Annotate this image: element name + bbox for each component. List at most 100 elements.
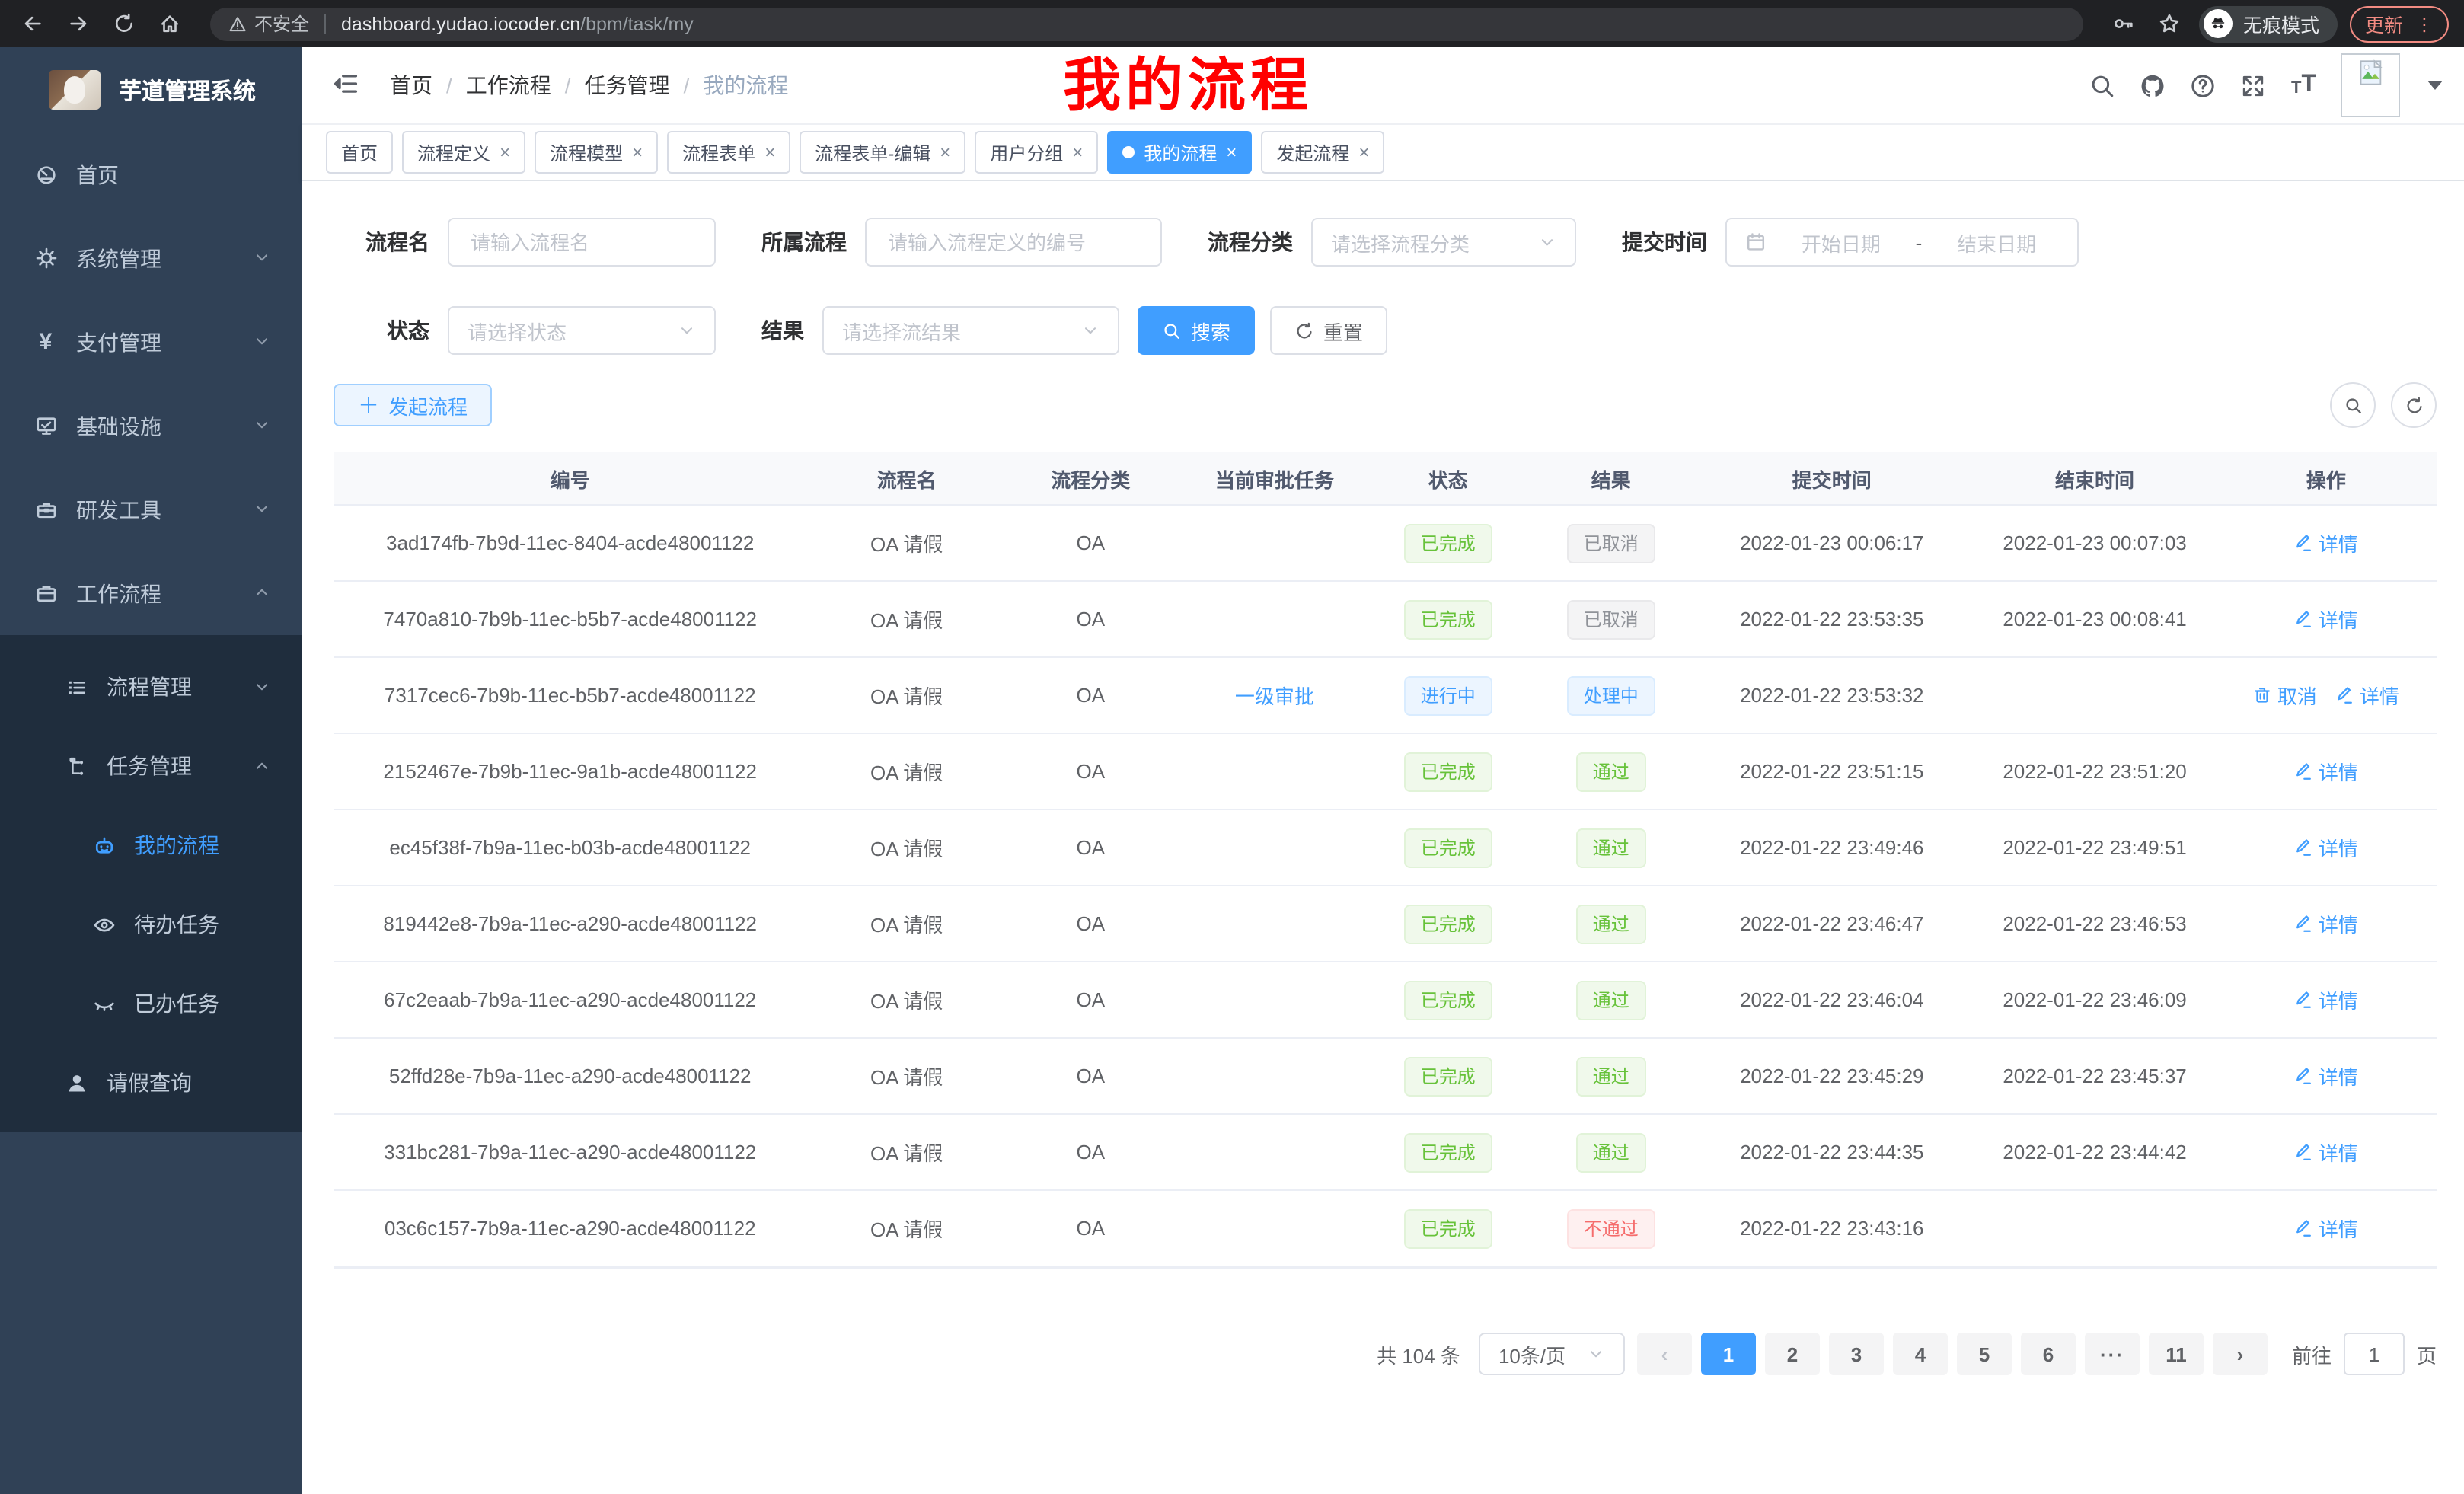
github-icon[interactable] bbox=[2140, 72, 2166, 98]
date-range-picker[interactable]: 开始日期 - 结束日期 bbox=[1725, 218, 2079, 267]
process-def-input[interactable] bbox=[865, 218, 1162, 267]
close-icon[interactable]: × bbox=[500, 142, 510, 163]
process-name-field[interactable] bbox=[468, 229, 696, 255]
view-tab[interactable]: 我的流程 × bbox=[1107, 131, 1252, 174]
jump-page-input[interactable] bbox=[2344, 1333, 2405, 1375]
security-warning[interactable]: 不安全 bbox=[228, 11, 309, 37]
view-tab[interactable]: 首页 bbox=[326, 131, 393, 174]
page-button[interactable]: 6 bbox=[2021, 1333, 2076, 1375]
close-icon[interactable]: × bbox=[632, 142, 643, 163]
update-button[interactable]: 更新 ⋮ bbox=[2350, 5, 2449, 42]
refresh-table-button[interactable] bbox=[2391, 382, 2437, 428]
detail-button[interactable]: 详情 bbox=[2294, 528, 2358, 557]
back-icon[interactable] bbox=[15, 7, 49, 40]
app-logo[interactable]: 芋道管理系统 bbox=[0, 47, 302, 132]
detail-button[interactable]: 详情 bbox=[2294, 909, 2358, 938]
detail-button[interactable]: 详情 bbox=[2335, 681, 2399, 710]
status-select[interactable]: 请选择状态 bbox=[448, 306, 716, 355]
view-tab[interactable]: 流程定义 × bbox=[402, 131, 525, 174]
user-menu-caret-icon[interactable] bbox=[2427, 81, 2443, 90]
process-name-input[interactable] bbox=[448, 218, 716, 267]
start-date-placeholder[interactable]: 开始日期 bbox=[1779, 228, 1904, 257]
view-tab[interactable]: 用户分组 × bbox=[975, 131, 1098, 174]
sidebar-item-infra[interactable]: 基础设施 bbox=[0, 384, 302, 468]
sidebar: 芋道管理系统 首页 系统管理 ¥ 支付管理 基础设施 bbox=[0, 47, 302, 1494]
breadcrumb-home[interactable]: 首页 bbox=[390, 70, 432, 101]
page-button[interactable]: ··· bbox=[2085, 1333, 2140, 1375]
detail-button[interactable]: 详情 bbox=[2294, 605, 2358, 634]
breadcrumb-task-mgmt[interactable]: 任务管理 bbox=[585, 70, 670, 101]
edit-pencil-icon bbox=[2294, 990, 2314, 1010]
filter-row-2: 状态 请选择状态 结果 请选择流结果 bbox=[334, 306, 2437, 355]
sidebar-collapse-icon[interactable] bbox=[323, 69, 369, 101]
view-tab[interactable]: 流程表单 × bbox=[667, 131, 790, 174]
avatar[interactable] bbox=[2341, 53, 2400, 117]
page-button[interactable]: › bbox=[2213, 1333, 2268, 1375]
search-button[interactable]: 搜索 bbox=[1138, 306, 1255, 355]
search-icon[interactable] bbox=[2090, 72, 2116, 98]
sidebar-item-process-mgmt[interactable]: 流程管理 bbox=[0, 647, 302, 726]
view-tab[interactable]: 流程表单-编辑 × bbox=[800, 131, 965, 174]
view-tab[interactable]: 发起流程 × bbox=[1261, 131, 1384, 174]
detail-button[interactable]: 详情 bbox=[2294, 985, 2358, 1014]
address-bar[interactable]: 不安全 dashboard.yudao.iocoder.cn/bpm/task/… bbox=[210, 7, 2083, 40]
sidebar-item-workflow[interactable]: 工作流程 bbox=[0, 551, 302, 635]
detail-label: 详情 bbox=[2319, 528, 2358, 557]
close-icon[interactable]: × bbox=[764, 142, 775, 163]
sidebar-item-home[interactable]: 首页 bbox=[0, 132, 302, 216]
close-icon[interactable]: × bbox=[940, 142, 950, 163]
reload-icon[interactable] bbox=[107, 7, 140, 40]
show-search-button[interactable] bbox=[2330, 382, 2376, 428]
close-icon[interactable]: × bbox=[1358, 142, 1369, 163]
password-key-icon[interactable] bbox=[2108, 7, 2141, 40]
create-process-button[interactable]: ＋ 发起流程 bbox=[334, 384, 492, 426]
home-icon[interactable] bbox=[152, 7, 186, 40]
page-button[interactable]: 11 bbox=[2149, 1333, 2204, 1375]
sidebar-item-system[interactable]: 系统管理 bbox=[0, 216, 302, 300]
url-path[interactable]: /bpm/task/my bbox=[580, 13, 694, 34]
cancel-button[interactable]: 取消 bbox=[2253, 681, 2317, 710]
cell-end-time: 2022-01-22 23:46:53 bbox=[1963, 912, 2226, 935]
sidebar-item-devtools[interactable]: 研发工具 bbox=[0, 468, 302, 551]
page-button[interactable]: 3 bbox=[1829, 1333, 1884, 1375]
detail-button[interactable]: 详情 bbox=[2294, 757, 2358, 786]
sidebar-item-payment[interactable]: ¥ 支付管理 bbox=[0, 300, 302, 384]
page-button[interactable]: 5 bbox=[1957, 1333, 2012, 1375]
sidebar-item-my-process[interactable]: 我的流程 bbox=[0, 806, 302, 885]
view-tab[interactable]: 流程模型 × bbox=[535, 131, 658, 174]
briefcase-icon bbox=[34, 582, 58, 605]
current-task-link[interactable]: 一级审批 bbox=[1235, 681, 1314, 710]
reset-button[interactable]: 重置 bbox=[1270, 306, 1387, 355]
detail-button[interactable]: 详情 bbox=[2294, 833, 2358, 862]
browser-menu-icon[interactable]: ⋮ bbox=[2415, 14, 2434, 33]
search-button-label: 搜索 bbox=[1191, 316, 1230, 345]
page-button[interactable]: 2 bbox=[1765, 1333, 1820, 1375]
breadcrumb-workflow[interactable]: 工作流程 bbox=[466, 70, 551, 101]
incognito-badge[interactable]: 无痕模式 bbox=[2199, 5, 2338, 42]
bookmark-star-icon[interactable] bbox=[2153, 7, 2187, 40]
help-icon[interactable] bbox=[2191, 72, 2217, 98]
detail-button[interactable]: 详情 bbox=[2294, 1061, 2358, 1090]
sidebar-item-label: 支付管理 bbox=[76, 327, 161, 357]
detail-button[interactable]: 详情 bbox=[2294, 1138, 2358, 1167]
fullscreen-icon[interactable] bbox=[2241, 72, 2267, 98]
result-select[interactable]: 请选择流结果 bbox=[822, 306, 1119, 355]
page-button[interactable]: ‹ bbox=[1637, 1333, 1692, 1375]
page-size-select[interactable]: 10条/页 bbox=[1479, 1333, 1625, 1375]
close-icon[interactable]: × bbox=[1072, 142, 1083, 163]
font-size-icon[interactable]: TT bbox=[2291, 73, 2316, 97]
page-button[interactable]: 4 bbox=[1893, 1333, 1948, 1375]
sidebar-item-done-tasks[interactable]: 已办任务 bbox=[0, 964, 302, 1043]
sidebar-item-label: 工作流程 bbox=[76, 578, 161, 608]
sidebar-item-task-mgmt[interactable]: 任务管理 bbox=[0, 726, 302, 806]
process-def-field[interactable] bbox=[885, 229, 1142, 255]
url-host[interactable]: dashboard.yudao.iocoder.cn bbox=[341, 13, 580, 34]
sidebar-item-todo-tasks[interactable]: 待办任务 bbox=[0, 885, 302, 964]
sidebar-item-leave-query[interactable]: 请假查询 bbox=[0, 1043, 302, 1122]
end-date-placeholder[interactable]: 结束日期 bbox=[1934, 228, 2059, 257]
forward-icon[interactable] bbox=[61, 7, 94, 40]
page-button[interactable]: 1 bbox=[1701, 1333, 1756, 1375]
category-select[interactable]: 请选择流程分类 bbox=[1311, 218, 1576, 267]
close-icon[interactable]: × bbox=[1226, 142, 1237, 163]
detail-button[interactable]: 详情 bbox=[2294, 1214, 2358, 1243]
